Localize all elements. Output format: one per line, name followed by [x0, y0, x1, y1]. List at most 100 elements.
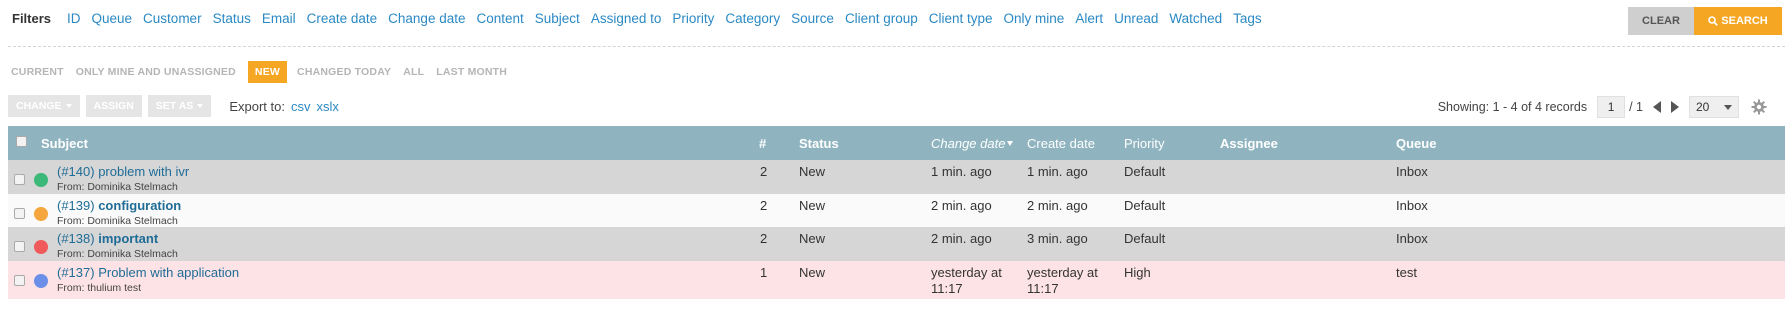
table-header: Subject # Status Change date Create date…	[8, 126, 1785, 160]
select-all-checkbox[interactable]	[16, 136, 27, 147]
chevron-down-icon	[1724, 104, 1732, 110]
table-row[interactable]: (#140) problem with ivr From: Dominika S…	[8, 160, 1785, 194]
ticket-create-date: yesterday at 11:17	[1027, 265, 1098, 297]
row-checkbox[interactable]	[14, 274, 25, 286]
ticket-status: New	[799, 197, 826, 213]
search-button[interactable]: SEARCH	[1694, 7, 1782, 35]
filter-link-assigned-to[interactable]: Assigned to	[591, 11, 662, 26]
column-subject[interactable]: Subject	[41, 136, 88, 151]
tab-only-mine-and-unassigned[interactable]: ONLY MINE AND UNASSIGNED	[76, 62, 236, 82]
ticket-subject-link[interactable]: (#139) configuration	[57, 198, 181, 213]
row-checkbox[interactable]	[14, 174, 25, 185]
per-page-select[interactable]: 20	[1689, 96, 1739, 118]
row-checkbox[interactable]	[14, 241, 25, 252]
ticket-count: 2	[760, 197, 768, 213]
next-page-icon[interactable]	[1671, 101, 1679, 113]
column-priority[interactable]: Priority	[1124, 136, 1164, 151]
tab-last-month[interactable]: LAST MONTH	[436, 62, 507, 82]
column-status[interactable]: Status	[799, 136, 839, 151]
filters-label: Filters	[12, 11, 52, 26]
filter-link-content[interactable]: Content	[476, 11, 523, 26]
filter-link-priority[interactable]: Priority	[672, 11, 714, 26]
filters-divider	[8, 46, 1785, 47]
tab-new[interactable]: NEW	[247, 61, 288, 83]
ticket-count: 2	[760, 164, 768, 179]
assign-button[interactable]: ASSIGN	[85, 95, 142, 117]
export-xlsx-link[interactable]: xslx	[316, 99, 338, 114]
page-total: / 1	[1629, 100, 1643, 114]
ticket-queue: Inbox	[1396, 197, 1428, 213]
filter-link-queue[interactable]: Queue	[92, 11, 133, 26]
table-row[interactable]: (#138) important From: Dominika Stelmach…	[8, 227, 1785, 261]
column-number[interactable]: #	[759, 136, 766, 151]
filter-link-client-type[interactable]: Client type	[929, 11, 993, 26]
table-row[interactable]: (#139) configuration From: Dominika Stel…	[8, 193, 1785, 227]
ticket-change-date: 2 min. ago	[931, 197, 992, 213]
filter-link-unread[interactable]: Unread	[1114, 11, 1158, 26]
pager: Showing: 1 - 4 of 4 records / 1 20	[1438, 95, 1767, 119]
gear-icon[interactable]	[1751, 99, 1767, 115]
export-csv-link[interactable]: csv	[291, 99, 311, 114]
ticket-priority: Default	[1124, 197, 1166, 213]
filter-link-watched[interactable]: Watched	[1169, 11, 1222, 26]
ticket-subject: Problem with application	[98, 264, 240, 280]
filters-bar: Filters ID Queue Customer Status Email C…	[0, 0, 1785, 46]
change-button[interactable]: CHANGE	[8, 95, 80, 117]
ticket-status: New	[799, 164, 826, 179]
ticket-subject-link[interactable]: (#140) problem with ivr	[57, 164, 189, 179]
column-change-date[interactable]: Change date	[931, 136, 1014, 151]
tab-current[interactable]: CURRENT	[11, 62, 64, 82]
filter-link-email[interactable]: Email	[262, 11, 296, 26]
ticket-from: From: Dominika Stelmach	[57, 181, 178, 193]
filter-link-customer[interactable]: Customer	[143, 11, 202, 26]
filter-link-create-date[interactable]: Create date	[307, 11, 378, 26]
ticket-change-date: yesterday at 11:17	[931, 265, 1002, 297]
ticket-from: From: Dominika Stelmach	[57, 248, 178, 260]
ticket-create-date: 2 min. ago	[1027, 197, 1088, 213]
filter-link-id[interactable]: ID	[67, 11, 81, 26]
chevron-down-icon	[65, 104, 72, 108]
filter-link-status[interactable]: Status	[213, 11, 251, 26]
status-dot	[34, 240, 48, 254]
filter-link-change-date[interactable]: Change date	[388, 11, 465, 26]
ticket-id: (#139)	[57, 197, 95, 213]
ticket-create-date-line1: yesterday at	[1027, 264, 1098, 280]
search-icon	[1708, 16, 1719, 26]
filter-links: ID Queue Customer Status Email Create da…	[67, 11, 1273, 26]
filter-link-client-group[interactable]: Client group	[845, 11, 918, 26]
row-checkbox[interactable]	[14, 207, 25, 219]
filter-link-source[interactable]: Source	[791, 11, 834, 26]
column-assignee[interactable]: Assignee	[1220, 136, 1278, 151]
ticket-subject: configuration	[98, 197, 182, 213]
ticket-create-date: 3 min. ago	[1027, 231, 1088, 246]
tab-all[interactable]: ALL	[403, 62, 424, 82]
table-row[interactable]: (#137) Problem with application From: th…	[8, 260, 1785, 299]
set-as-button-label: SET AS	[155, 100, 194, 112]
per-page-value: 20	[1696, 100, 1710, 114]
ticket-status: New	[799, 231, 826, 246]
filter-link-tags[interactable]: Tags	[1233, 11, 1262, 26]
set-as-button[interactable]: SET AS	[147, 95, 212, 117]
filter-link-subject[interactable]: Subject	[535, 11, 580, 26]
ticket-id: (#138)	[57, 231, 95, 246]
export-label: Export to:	[229, 98, 285, 114]
ticket-queue: Inbox	[1396, 231, 1428, 246]
previous-page-icon[interactable]	[1653, 101, 1661, 113]
column-create-date[interactable]: Create date	[1027, 136, 1095, 151]
chevron-down-icon	[197, 104, 204, 108]
tab-changed-today[interactable]: CHANGED TODAY	[297, 62, 391, 82]
ticket-subject-link[interactable]: (#137) Problem with application	[57, 265, 239, 280]
filter-link-category[interactable]: Category	[725, 11, 780, 26]
filter-link-only-mine[interactable]: Only mine	[1004, 11, 1065, 26]
page-number-input[interactable]	[1597, 96, 1626, 118]
ticket-change-date-line2: 11:17	[931, 280, 963, 296]
ticket-change-date-line1: yesterday at	[931, 264, 1002, 280]
filter-link-alert[interactable]: Alert	[1075, 11, 1103, 26]
ticket-count: 1	[760, 264, 768, 280]
column-queue[interactable]: Queue	[1396, 136, 1436, 151]
ticket-subject-link[interactable]: (#138) important	[57, 231, 158, 246]
action-row: CHANGE ASSIGN SET AS Export to: csv xslx	[8, 95, 339, 117]
status-dot	[34, 173, 48, 187]
clear-button[interactable]: CLEAR	[1628, 7, 1694, 35]
ticket-subject: problem with ivr	[98, 164, 190, 179]
